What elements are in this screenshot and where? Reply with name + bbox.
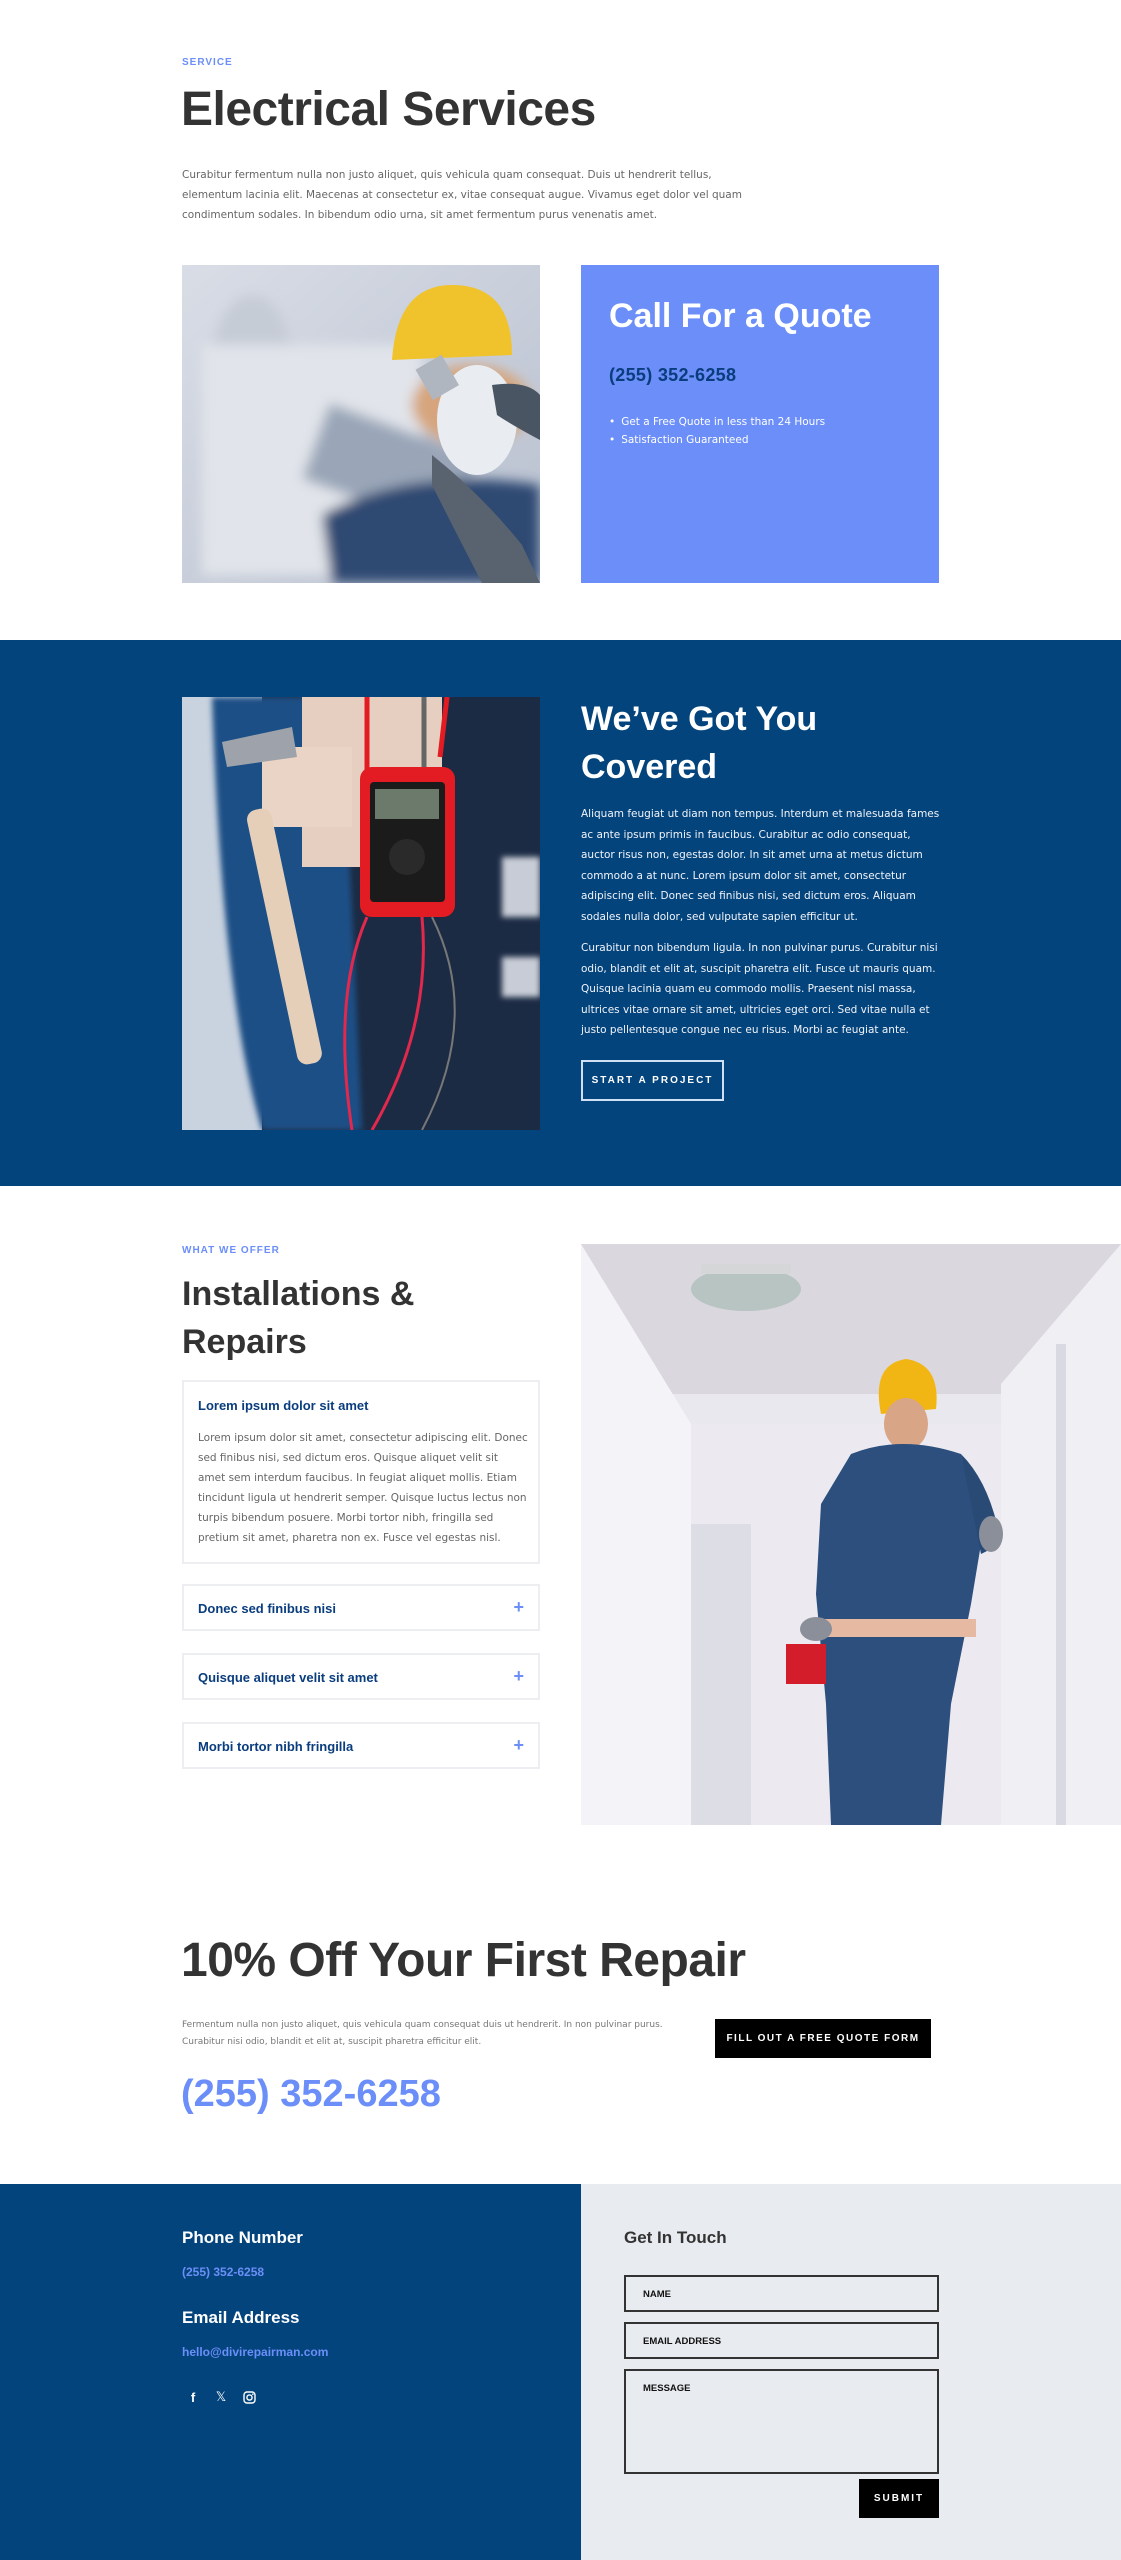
message-textarea[interactable]: MESSAGE <box>624 2369 939 2474</box>
footer-email-link[interactable]: hello@divirepairman.com <box>182 2345 328 2359</box>
plus-icon[interactable]: + <box>513 1666 524 1687</box>
quote-title: Call For a Quote <box>609 297 872 335</box>
email-heading: Email Address <box>182 2308 300 2327</box>
covered-paragraph-2: Curabitur non bibendum ligula. In non pu… <box>581 942 938 1036</box>
offer-title: Installations & Repairs <box>182 1275 415 1361</box>
accordion-body: Lorem ipsum dolor sit amet, consectetur … <box>198 1432 528 1544</box>
accordion-title[interactable]: Morbi tortor nibh fringilla <box>198 1739 353 1754</box>
social-links: f 𝕏 <box>183 2387 259 2407</box>
free-quote-form-button[interactable]: FILL OUT A FREE QUOTE FORM <box>715 2019 931 2058</box>
intro-description: Curabitur fermentum nulla non justo aliq… <box>182 169 742 221</box>
accordion-item[interactable]: Morbi tortor nibh fringilla + <box>182 1722 540 1769</box>
multimeter-image <box>182 697 540 1130</box>
accordion-item[interactable]: Quisque aliquet velit sit amet + <box>182 1653 540 1700</box>
instagram-icon[interactable] <box>239 2387 259 2407</box>
page-title: Electrical Services <box>181 83 596 136</box>
plus-icon[interactable]: + <box>513 1735 524 1756</box>
covered-paragraph-1: Aliquam feugiat ut diam non tempus. Inte… <box>581 808 940 923</box>
plus-icon[interactable]: + <box>513 1597 524 1618</box>
email-placeholder: EMAIL ADDRESS <box>643 2336 722 2347</box>
accordion-title[interactable]: Lorem ipsum dolor sit amet <box>198 1398 368 1413</box>
electrician-bulb-image <box>182 265 540 583</box>
message-placeholder: MESSAGE <box>643 2383 691 2394</box>
covered-title: We’ve Got You Covered <box>581 700 818 786</box>
name-placeholder: NAME <box>643 2289 671 2300</box>
accordion-item[interactable]: Donec sed finibus nisi + <box>182 1584 540 1631</box>
form-title: Get In Touch <box>624 2228 727 2247</box>
covered-section <box>0 640 1121 1186</box>
start-project-button[interactable]: START A PROJECT <box>581 1060 724 1101</box>
promo-title: 10% Off Your First Repair <box>181 1934 746 1987</box>
electrician-ceiling-image <box>581 1244 1121 1825</box>
facebook-icon[interactable]: f <box>183 2387 203 2407</box>
accordion-title[interactable]: Quisque aliquet velit sit amet <box>198 1670 378 1685</box>
quote-bullet: Get a Free Quote in less than 24 Hours <box>609 413 825 431</box>
email-input[interactable]: EMAIL ADDRESS <box>624 2322 939 2359</box>
quote-bullets: Get a Free Quote in less than 24 Hours S… <box>609 413 825 449</box>
offer-eyebrow: WHAT WE OFFER <box>182 1245 280 1256</box>
name-input[interactable]: NAME <box>624 2275 939 2312</box>
phone-heading: Phone Number <box>182 2228 303 2247</box>
footer-phone-link[interactable]: (255) 352-6258 <box>182 2265 264 2279</box>
x-twitter-icon[interactable]: 𝕏 <box>211 2387 231 2407</box>
section-eyebrow: SERVICE <box>182 57 233 68</box>
submit-button[interactable]: SUBMIT <box>859 2479 939 2518</box>
quote-bullet: Satisfaction Guaranteed <box>609 431 825 449</box>
promo-description: Fermentum nulla non justo aliquet, quis … <box>182 2020 663 2047</box>
accordion-title[interactable]: Donec sed finibus nisi <box>198 1601 336 1616</box>
quote-phone[interactable]: (255) 352-6258 <box>609 365 736 386</box>
accordion-item-open[interactable]: Lorem ipsum dolor sit amet Lorem ipsum d… <box>182 1380 540 1564</box>
promo-phone[interactable]: (255) 352-6258 <box>181 2073 441 2116</box>
quote-box: Call For a Quote (255) 352-6258 Get a Fr… <box>581 265 939 583</box>
